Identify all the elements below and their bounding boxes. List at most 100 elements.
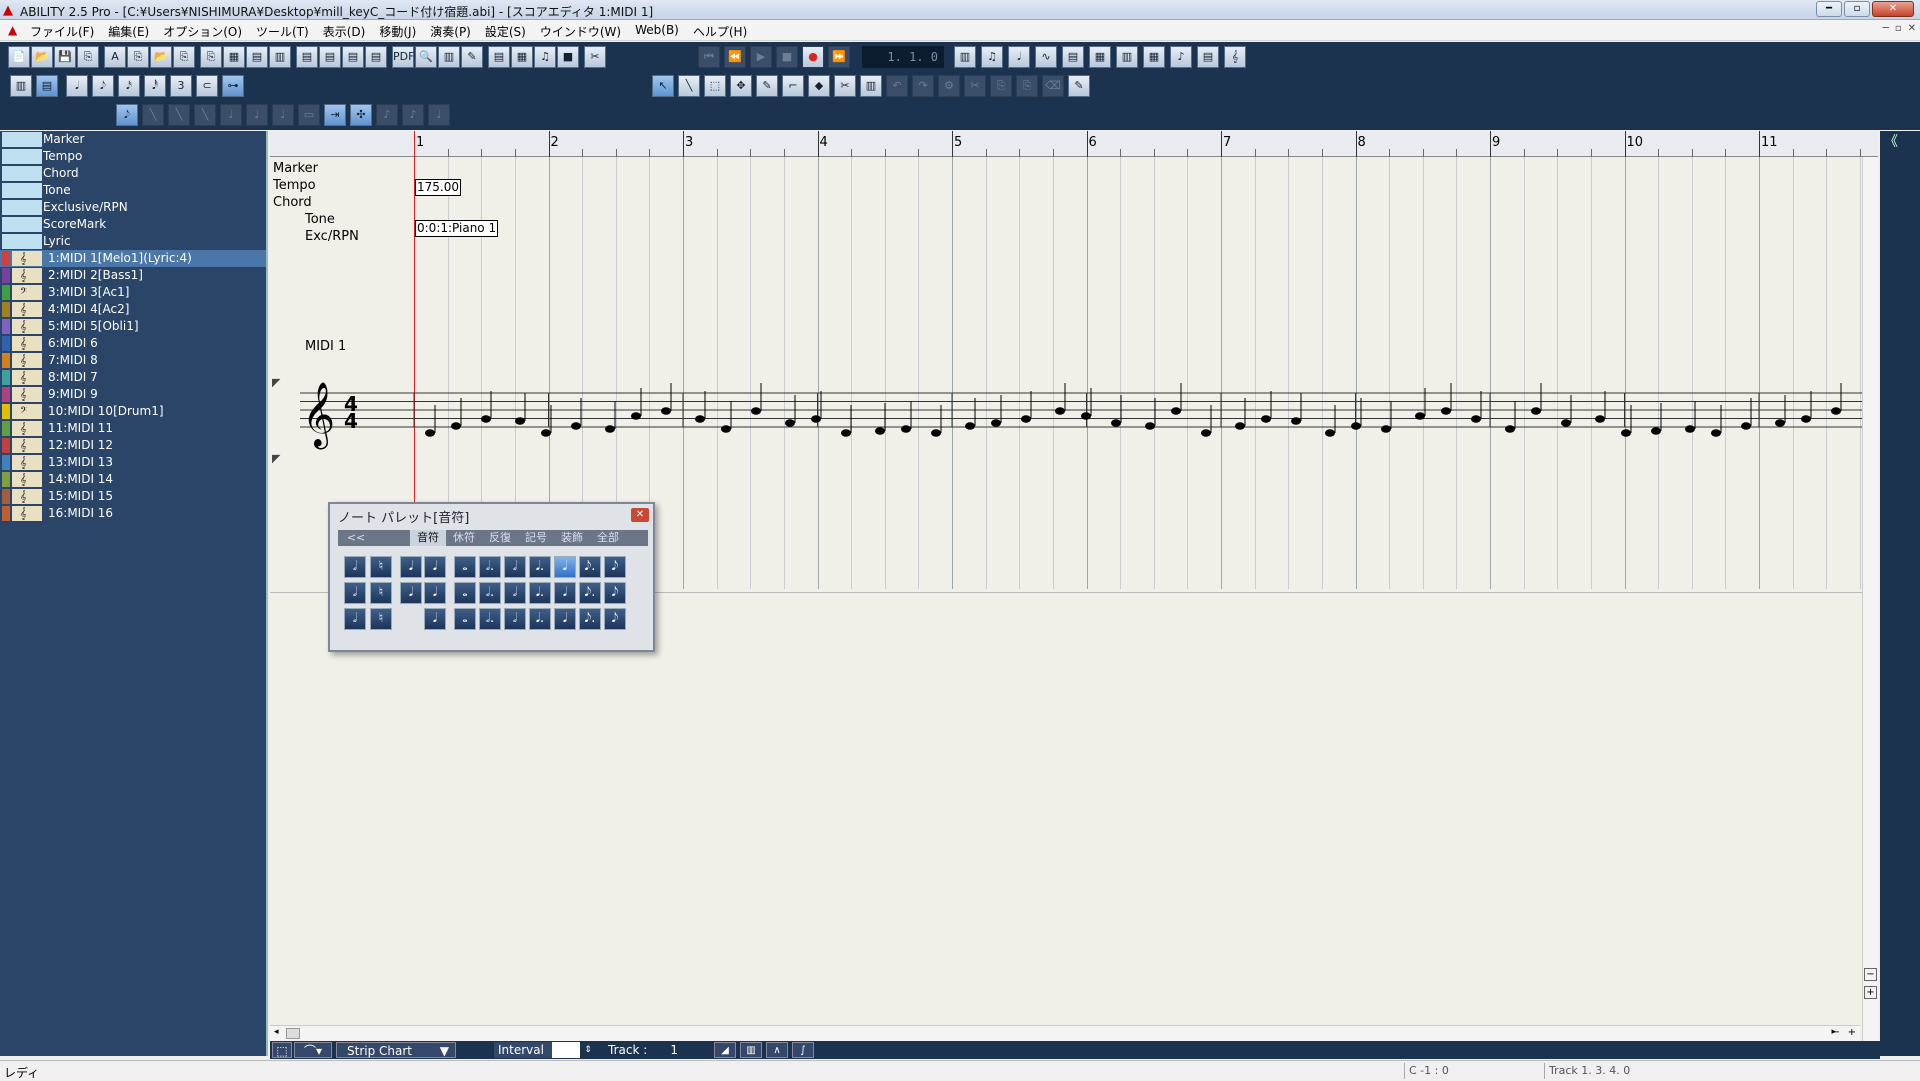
note-button[interactable]: ♮ (370, 556, 392, 578)
score-staff[interactable]: 𝄞 44 (270, 371, 1876, 471)
rewind-start-icon[interactable]: ⏮ (698, 46, 720, 68)
edit-tool-button[interactable]: ⬚ (704, 75, 726, 97)
edit-tool-button[interactable]: ⎘ (1016, 75, 1038, 97)
toolbar-button[interactable]: ♪ (1170, 46, 1192, 68)
note-button[interactable]: 𝅘𝅥 (400, 582, 422, 604)
track-row-marker[interactable]: Marker (0, 131, 266, 148)
note-button[interactable]: 𝅘𝅥𝅮 (604, 556, 626, 578)
track-row[interactable]: 𝄢 3:MIDI 3[Ac1] (0, 284, 266, 301)
toolbar-button[interactable]: 🔍 (415, 46, 437, 68)
toolbar-button[interactable]: ▤ (319, 46, 341, 68)
note-length-button[interactable]: 𝅘𝅥𝅮 (92, 75, 114, 97)
toolbar-button[interactable]: ▦ (1143, 46, 1165, 68)
mdi-minimize-icon[interactable]: ─ (1883, 23, 1889, 34)
toolbar-button[interactable]: ▥ (269, 46, 291, 68)
toolbar-button[interactable]: ▤ (342, 46, 364, 68)
zoom-in-icon[interactable]: + (1864, 986, 1877, 999)
track-row[interactable]: 𝄞 5:MIDI 5[Obli1] (0, 318, 266, 335)
note-button[interactable]: 𝅘𝅥 (554, 582, 576, 604)
record-icon[interactable]: ● (802, 46, 824, 68)
curve-line-tool-icon[interactable]: ∫ (792, 1042, 814, 1058)
palette-close-button[interactable]: ✕ (631, 508, 649, 522)
palette-tab[interactable]: << (338, 530, 374, 546)
toolbar-button[interactable]: PDF (392, 46, 414, 68)
note-button[interactable]: 𝅗𝅥 (504, 556, 526, 578)
pointer-tool-icon[interactable]: ⬚ (272, 1042, 292, 1058)
h-zoom-out-icon[interactable]: − (1832, 1027, 1840, 1038)
palette-tab[interactable]: 反復 (482, 530, 518, 546)
rewind-icon[interactable]: ⏪ (724, 46, 746, 68)
toolbar-button[interactable]: 𝅘𝅥 (1008, 46, 1030, 68)
notation-button[interactable]: ╲ (168, 104, 190, 126)
collapse-panel-icon[interactable]: 《 (1884, 131, 1898, 151)
toolbar-button[interactable]: 𝄞 (1224, 46, 1246, 68)
track-row[interactable]: 𝄞 12:MIDI 12 (0, 437, 266, 454)
menu-item[interactable]: 移動(J) (379, 23, 416, 40)
vertical-scrollbar[interactable]: − + (1862, 157, 1878, 1041)
scroll-left-icon[interactable]: ◂ (274, 1027, 279, 1037)
edit-tool-button[interactable]: ↷ (912, 75, 934, 97)
toolbar-button[interactable]: ▤ (246, 46, 268, 68)
palette-tab[interactable]: 装飾 (554, 530, 590, 546)
track-row[interactable]: 𝄞 8:MIDI 7 (0, 369, 266, 386)
edit-tool-button[interactable]: ✂ (964, 75, 986, 97)
note-length-button[interactable]: 𝅘𝅥𝅯 (118, 75, 140, 97)
toolbar-button[interactable]: 📂 (150, 46, 172, 68)
interval-input[interactable]: 30 (552, 1042, 580, 1058)
track-row-tone[interactable]: Tone (0, 182, 266, 199)
line-tool-icon[interactable]: ∧ (766, 1042, 788, 1058)
palette-tab[interactable]: 音符 (410, 530, 446, 546)
menu-item[interactable]: オプション(O) (163, 23, 242, 40)
toolbar-button[interactable]: 📄 (8, 46, 30, 68)
note-button[interactable]: 𝅗𝅥 (344, 582, 366, 604)
track-row[interactable]: 𝄞 6:MIDI 6 (0, 335, 266, 352)
track-row[interactable]: 𝄞 16:MIDI 16 (0, 505, 266, 522)
toolbar-button[interactable]: ⎘ (127, 46, 149, 68)
notation-button[interactable]: ♩ (246, 104, 268, 126)
track-row-tempo[interactable]: Tempo (0, 148, 266, 165)
note-button[interactable]: ♮ (370, 608, 392, 630)
toolbar-button[interactable]: ■ (557, 46, 579, 68)
bars-tool-icon[interactable]: ▥ (740, 1042, 762, 1058)
note-length-button[interactable]: 𝅘𝅥𝅰 (144, 75, 166, 97)
position-counter[interactable]: 1. 1. 0 (862, 46, 944, 68)
curve-tool-icon[interactable]: ⌒▾ (294, 1042, 332, 1058)
edit-tool-button[interactable]: ⌐ (782, 75, 804, 97)
edit-tool-button[interactable]: ╲ (678, 75, 700, 97)
zoom-out-icon[interactable]: − (1864, 968, 1877, 981)
toolbar-button[interactable]: ▤ (365, 46, 387, 68)
note-button[interactable]: 𝅘𝅥 (554, 608, 576, 630)
track-row[interactable]: 𝄞 15:MIDI 15 (0, 488, 266, 505)
notation-button[interactable]: ✣ (350, 104, 372, 126)
toolbar-button[interactable]: A (104, 46, 126, 68)
toolbar-button[interactable]: ✎ (461, 46, 483, 68)
notation-button[interactable]: ♪ (376, 104, 398, 126)
edit-tool-button[interactable]: ⎘ (990, 75, 1012, 97)
menu-item[interactable]: Web(B) (635, 23, 679, 40)
track-row[interactable]: 𝄞 1:MIDI 1[Melo1](Lyric:4) (0, 250, 266, 267)
toolbar-button[interactable]: ▦ (511, 46, 533, 68)
toolbar-button[interactable]: ▤ (1062, 46, 1084, 68)
note-button[interactable]: 𝅘𝅥. (529, 582, 551, 604)
edit-tool-button[interactable]: ✥ (730, 75, 752, 97)
note-button[interactable]: 𝅗𝅥. (479, 608, 501, 630)
note-button[interactable]: 𝅗𝅥 (504, 608, 526, 630)
note-button[interactable]: 𝅝 (454, 556, 476, 578)
tone-event[interactable]: 0:0:1:Piano 1 (415, 220, 499, 237)
palette-tab[interactable]: 記号 (518, 530, 554, 546)
note-length-button[interactable]: ▤ (36, 75, 58, 97)
notation-button[interactable]: ▭ (298, 104, 320, 126)
horizontal-scrollbar[interactable]: ◂ ▸ − + (270, 1025, 1860, 1041)
measure-ruler[interactable]: 1 2 3 4 5 6 7 8 9 10 11 (270, 131, 1878, 157)
note-button[interactable]: 𝅘𝅥𝅮. (579, 582, 601, 604)
edit-tool-button[interactable]: ✎ (1068, 75, 1090, 97)
note-button[interactable]: 𝅘𝅥𝅮 (604, 582, 626, 604)
notation-button[interactable]: 𝅘𝅥𝅮 (116, 104, 138, 126)
track-row-chord[interactable]: Chord (0, 165, 266, 182)
toolbar-button[interactable]: ▤ (296, 46, 318, 68)
note-button[interactable]: 𝅘𝅥 (424, 608, 446, 630)
track-row[interactable]: 𝄞 2:MIDI 2[Bass1] (0, 267, 266, 284)
track-row-lyric[interactable]: Lyric (0, 233, 266, 250)
notation-button[interactable]: ♩ (272, 104, 294, 126)
notation-button[interactable]: ♪ (402, 104, 424, 126)
